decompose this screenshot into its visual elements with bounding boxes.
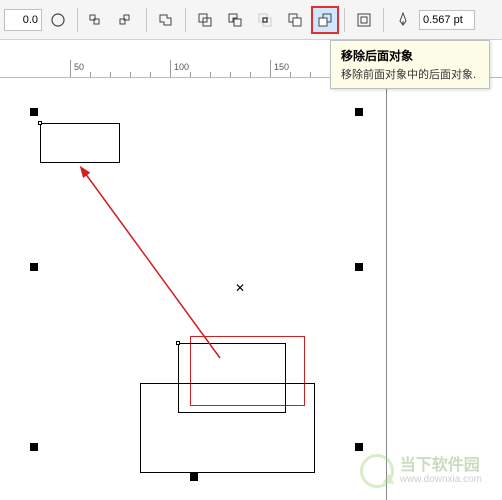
ruler-tick-minor <box>150 72 151 77</box>
tooltip-body: 移除前面对象中的后面对象. <box>341 66 479 82</box>
ruler-tick <box>170 60 171 77</box>
selection-handle[interactable] <box>355 108 363 116</box>
ruler-tick-minor <box>290 72 291 77</box>
property-toolbar <box>0 0 502 40</box>
boundary-icon <box>355 11 373 29</box>
ruler-tick-minor <box>130 72 131 77</box>
intersect-icon <box>256 11 274 29</box>
trim-button[interactable] <box>221 6 249 34</box>
watermark-name: 当下软件园 <box>400 457 482 475</box>
node-marker <box>176 341 180 345</box>
watermark: 当下软件园 www.downxia.com <box>360 454 482 488</box>
shape-rectangle-large[interactable] <box>140 383 315 473</box>
ruler-tick-minor <box>230 72 231 77</box>
intersect-button[interactable] <box>251 6 279 34</box>
shape-rectangle-small[interactable] <box>40 123 120 163</box>
trim-icon <box>226 11 244 29</box>
ruler-tick <box>270 60 271 77</box>
toolbar-separator <box>185 8 186 32</box>
ruler-tick <box>70 60 71 77</box>
watermark-url: www.downxia.com <box>400 474 482 485</box>
weld-icon <box>157 11 175 29</box>
node-marker <box>38 121 42 125</box>
weld-button[interactable] <box>152 6 180 34</box>
vertical-guideline[interactable] <box>386 78 387 500</box>
pen-width-input[interactable] <box>419 10 475 30</box>
ruler-tick-minor <box>90 72 91 77</box>
selection-handle[interactable] <box>30 108 38 116</box>
align-icon-1 <box>88 11 106 29</box>
selection-handle[interactable] <box>190 473 198 481</box>
canvas[interactable]: ✕ <box>0 78 502 500</box>
combine-icon <box>196 11 214 29</box>
value-input[interactable] <box>4 9 42 31</box>
ruler-tick-minor <box>250 72 251 77</box>
ruler-tick-minor <box>190 72 191 77</box>
toolbar-separator <box>383 8 384 32</box>
tooltip: 移除后面对象 移除前面对象中的后面对象. <box>330 40 490 89</box>
combine-button[interactable] <box>191 6 219 34</box>
selection-handle[interactable] <box>30 263 38 271</box>
circle-icon <box>49 11 67 29</box>
ruler-tick-minor <box>110 72 111 77</box>
simplify-icon <box>286 11 304 29</box>
align-right-button[interactable] <box>113 6 141 34</box>
align-left-button[interactable] <box>83 6 111 34</box>
selection-handle[interactable] <box>355 263 363 271</box>
simplify-button[interactable] <box>281 6 309 34</box>
boundary-button[interactable] <box>350 6 378 34</box>
back-minus-front-button[interactable] <box>311 6 339 34</box>
selection-handle[interactable] <box>355 443 363 451</box>
toolbar-separator <box>344 8 345 32</box>
pen-icon <box>394 11 412 29</box>
align-icon-2 <box>118 11 136 29</box>
ruler-tick-minor <box>210 72 211 77</box>
circle-tool-button[interactable] <box>44 6 72 34</box>
selection-handle[interactable] <box>30 443 38 451</box>
toolbar-separator <box>77 8 78 32</box>
toolbar-separator <box>146 8 147 32</box>
rotation-center[interactable]: ✕ <box>235 281 245 295</box>
back-minus-front-icon <box>316 11 334 29</box>
tooltip-title: 移除后面对象 <box>341 47 479 64</box>
watermark-text: 当下软件园 www.downxia.com <box>400 457 482 486</box>
watermark-icon <box>360 454 394 488</box>
ruler-tick-minor <box>310 72 311 77</box>
pen-tool-button[interactable] <box>389 6 417 34</box>
